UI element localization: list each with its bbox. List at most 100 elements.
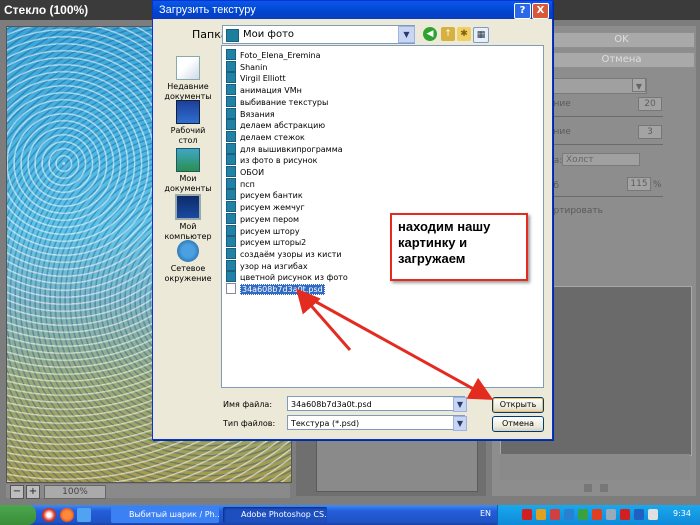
file-name: Foto_Elena_Eremina <box>240 51 321 60</box>
file-list-item[interactable]: рисуем штору <box>226 224 300 236</box>
new-layer-icon[interactable] <box>584 484 592 492</box>
volume-icon[interactable] <box>648 509 658 520</box>
view-menu-icon[interactable]: ▦ <box>473 27 489 43</box>
chevron-down-icon[interactable]: ▼ <box>398 26 415 43</box>
tray-icon[interactable] <box>578 509 588 520</box>
file-name: Virgil Elliott <box>240 74 286 84</box>
file-list-item[interactable]: делаем абстракцию <box>226 119 326 131</box>
folder-icon <box>226 201 236 213</box>
file-list-item[interactable]: узор на изгибах <box>226 259 308 271</box>
place-my-documents[interactable]: Мои документы <box>163 148 213 194</box>
file-list-item[interactable]: Вязания <box>226 107 275 119</box>
tray-icon[interactable] <box>536 509 546 520</box>
scaling-slider[interactable] <box>548 196 663 197</box>
look-in-value: Мои фото <box>243 29 295 40</box>
file-name: делаем стежок <box>240 132 305 142</box>
look-in-select[interactable]: Мои фото <box>222 25 415 44</box>
tray-icon[interactable] <box>522 509 532 520</box>
smoothness-value[interactable]: 3 <box>638 125 662 139</box>
up-folder-icon[interactable]: ↑ <box>441 27 455 41</box>
file-name: рисуем штору <box>240 226 300 236</box>
selected-file-item[interactable]: 34a608b7d3a0t.psd <box>226 283 325 295</box>
zoom-bar: − + 100% <box>6 484 290 499</box>
file-list-item[interactable]: цветной рисунок из фото <box>226 271 348 283</box>
chevron-down-icon[interactable]: ▼ <box>453 397 467 412</box>
my-documents-icon <box>176 148 200 172</box>
close-button[interactable]: X <box>532 3 549 19</box>
file-name: создаём узоры из кисти <box>240 249 342 259</box>
tray-icon[interactable] <box>634 509 644 520</box>
file-list-item[interactable]: для вышивкипрограмма <box>226 142 343 154</box>
desktop-icon <box>176 100 200 124</box>
cancel-button[interactable]: Отмена <box>492 416 544 432</box>
folder-icon <box>226 212 236 224</box>
file-name-input[interactable]: 34a608b7d3a0t.psd <box>287 396 465 411</box>
folder-icon <box>226 271 236 283</box>
file-name: для вышивкипрограмма <box>240 144 343 154</box>
tray-icon[interactable] <box>550 509 560 520</box>
file-name: Shanin <box>240 62 268 72</box>
trash-icon[interactable] <box>600 484 608 492</box>
place-desktop[interactable]: Рабочий стол <box>163 100 213 146</box>
open-button[interactable]: Открыть <box>492 397 544 413</box>
taskbar-item-photoshop[interactable]: Adobe Photoshop CS... <box>223 507 327 523</box>
texture-select[interactable]: Холст <box>562 153 640 166</box>
file-list-item[interactable]: Virgil Elliott <box>226 72 286 84</box>
file-list-item[interactable]: выбивание текстуры <box>226 95 328 107</box>
tray-icon[interactable] <box>620 509 630 520</box>
file-list-item[interactable]: Foto_Elena_Eremina <box>226 49 321 60</box>
distortion-slider[interactable] <box>548 116 663 117</box>
filter-cancel-button[interactable]: Отмена <box>548 52 695 68</box>
file-list-item[interactable]: Shanin <box>226 60 268 72</box>
chevron-down-icon[interactable]: ▼ <box>453 416 467 431</box>
file-type-select[interactable]: Текстура (*.psd) <box>287 415 465 430</box>
zoom-in-button[interactable]: + <box>26 485 40 499</box>
folder-icon <box>226 29 239 42</box>
back-icon[interactable]: ◀ <box>423 27 437 41</box>
language-indicator[interactable]: EN <box>480 509 491 518</box>
ok-button[interactable]: OK <box>548 32 695 48</box>
file-name-label: Имя файла: <box>223 400 273 409</box>
file-list-item[interactable]: ОБОИ <box>226 166 264 177</box>
distortion-value[interactable]: 20 <box>638 97 662 111</box>
psd-file-icon <box>226 283 236 294</box>
help-button[interactable]: ? <box>514 3 531 19</box>
file-name: из фото в рисунок <box>240 156 318 166</box>
place-my-computer[interactable]: Мой компьютер <box>163 194 213 242</box>
my-computer-icon <box>175 194 201 220</box>
start-button[interactable] <box>0 505 36 525</box>
chevron-down-icon: ▼ <box>632 78 646 92</box>
place-network[interactable]: Сетевое окружение <box>163 240 213 284</box>
places-bar: Недавние документы Рабочий стол Мои доку… <box>163 48 213 298</box>
opera-icon[interactable] <box>42 508 56 522</box>
file-list-item[interactable]: создаём узоры из кисти <box>226 247 342 259</box>
file-list-item[interactable]: рисуем пером <box>226 212 299 224</box>
invert-label: ертировать <box>548 206 603 216</box>
new-folder-icon[interactable]: ✱ <box>457 27 471 41</box>
tray-icon[interactable] <box>592 509 602 520</box>
file-list-item[interactable]: анимация VMн <box>226 84 302 96</box>
file-list-item[interactable]: рисуем жемчуг <box>226 201 305 213</box>
tray-icon[interactable] <box>564 509 574 520</box>
zoom-out-button[interactable]: − <box>10 485 24 499</box>
file-list-item[interactable]: из фото в рисунок <box>226 154 318 166</box>
file-name: рисуем шторы2 <box>240 238 307 248</box>
file-name: делаем абстракцию <box>240 121 326 131</box>
tray-icon[interactable] <box>606 509 616 520</box>
browser-icon[interactable] <box>60 508 74 522</box>
smoothness-slider[interactable] <box>548 144 663 145</box>
file-list-item[interactable]: делаем стежок <box>226 130 305 142</box>
effect-layers-toolbar <box>500 454 690 492</box>
scaling-value[interactable]: 115 <box>627 177 651 191</box>
network-icon <box>177 240 199 262</box>
place-recent-documents[interactable]: Недавние документы <box>163 56 213 102</box>
file-list-item[interactable]: рисуем шторы2 <box>226 236 307 248</box>
file-list-item[interactable]: псп <box>226 177 255 189</box>
file-list-item[interactable]: рисуем бантик <box>226 189 303 201</box>
file-type-label: Тип файлов: <box>223 419 276 428</box>
folder-icon <box>226 107 236 119</box>
desktop-icon[interactable] <box>77 508 91 522</box>
scaling-unit: % <box>653 180 662 190</box>
zoom-level[interactable]: 100% <box>44 485 106 499</box>
taskbar-item-browser[interactable]: Выбитый шарик / Ph... <box>111 507 219 523</box>
